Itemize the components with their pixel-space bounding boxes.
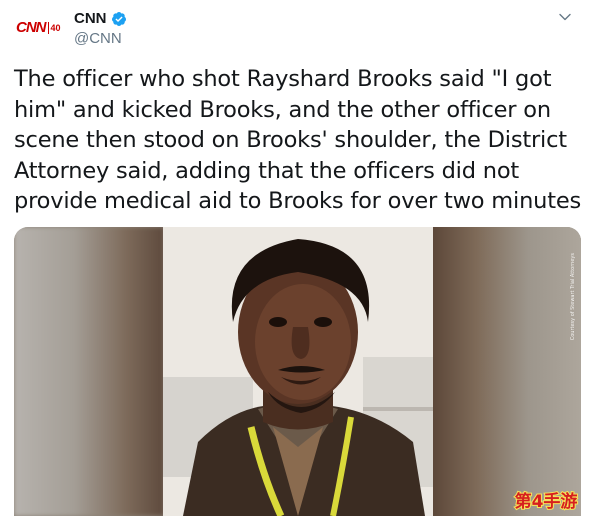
- tweet-media[interactable]: Courtesy of Stewart Trial Attorneys: [14, 227, 581, 516]
- photo-credit: Courtesy of Stewart Trial Attorneys: [569, 237, 577, 357]
- tweet-text: The officer who shot Rayshard Brooks sai…: [14, 66, 581, 214]
- watermark: 第4手游: [514, 490, 579, 512]
- cnn-logo: CNN 40: [16, 18, 61, 38]
- author-names: CNN @CNN: [74, 10, 127, 49]
- tweet-card: CNN 40 CNN @CNN The officer who shot Ray…: [0, 0, 590, 516]
- verified-badge-icon: [111, 12, 126, 26]
- media-blur-right: [431, 227, 581, 516]
- author-handle[interactable]: @CNN: [74, 29, 127, 49]
- display-name[interactable]: CNN: [74, 10, 107, 28]
- portrait-photo: [163, 227, 433, 516]
- photo-credit-text: Courtesy of Stewart Trial Attorneys: [570, 253, 576, 341]
- tweet-header: CNN 40 CNN @CNN: [16, 10, 576, 50]
- chevron-down-icon[interactable]: [558, 10, 572, 24]
- logo-text: CNN: [16, 19, 46, 36]
- avatar[interactable]: CNN 40: [16, 10, 64, 46]
- logo-badge: 40: [47, 22, 61, 34]
- watermark-text: 第4手游: [515, 491, 578, 512]
- media-blur-left: [14, 227, 164, 516]
